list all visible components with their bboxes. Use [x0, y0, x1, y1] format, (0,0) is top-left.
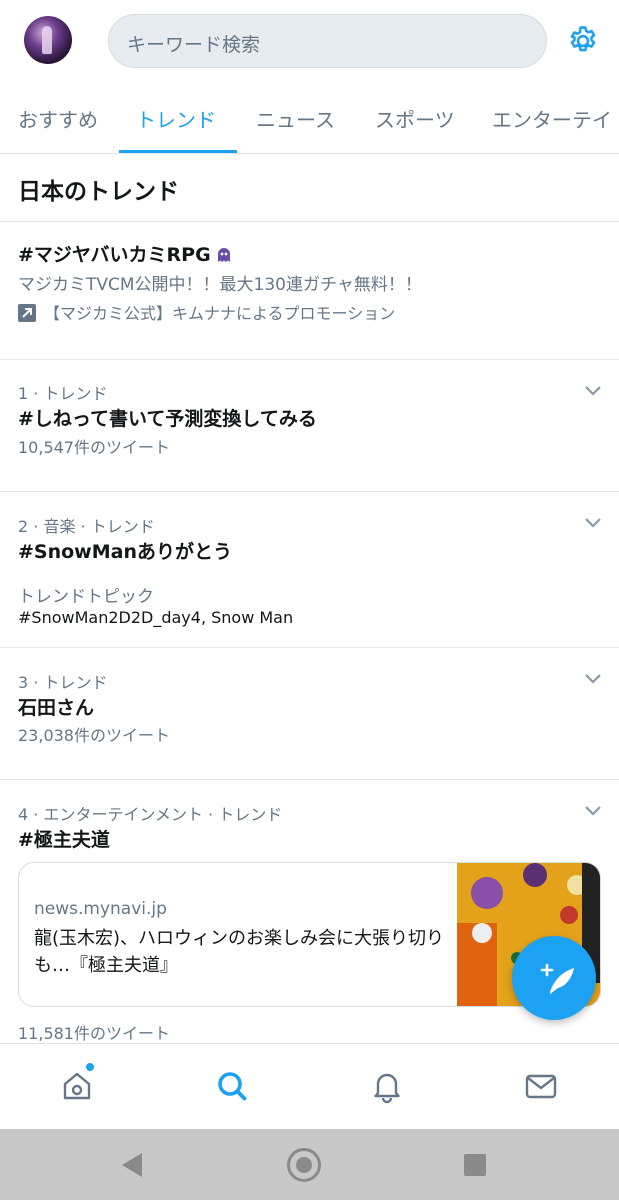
divider	[0, 491, 619, 492]
chevron-down-icon[interactable]	[583, 805, 603, 817]
home-icon[interactable]	[59, 1068, 95, 1104]
recents-icon[interactable]	[464, 1154, 486, 1176]
promotion-label: 【マジカミ公式】キムナナによるプロモーション	[18, 300, 395, 324]
tab-trends[interactable]: トレンド	[136, 104, 216, 133]
search-placeholder: キーワード検索	[127, 34, 261, 56]
trend-meta: 1 · トレンド	[18, 384, 108, 403]
trend-meta: 2 · 音楽 · トレンド	[18, 517, 155, 536]
trend-name: #極主夫道	[18, 829, 110, 851]
news-title: 龍(玉木宏)、ハロウィンのお楽しみ会に大張り切りも…『極主夫道』	[34, 928, 445, 976]
bell-icon[interactable]	[369, 1068, 405, 1104]
gear-icon[interactable]	[566, 24, 600, 58]
back-icon[interactable]	[120, 1151, 144, 1179]
tweet-count: 11,581件のツイート	[18, 1024, 170, 1043]
trend-topic-label: トレンドトピック	[18, 587, 154, 607]
tab-sports[interactable]: スポーツ	[375, 104, 455, 133]
news-domain: news.mynavi.jp	[34, 899, 167, 919]
divider	[0, 359, 619, 360]
trend-topic-list[interactable]: #SnowMan2D2D_day4, Snow Man	[18, 608, 293, 627]
tweet-count: 23,038件のツイート	[18, 726, 170, 745]
bottom-nav	[0, 1043, 619, 1129]
tab-bar: おすすめ トレンド ニュース スポーツ エンターテイ	[0, 82, 619, 154]
chevron-down-icon[interactable]	[583, 517, 603, 529]
tweet-count: 10,547件のツイート	[18, 438, 170, 457]
tab-recommended[interactable]: おすすめ	[18, 104, 98, 133]
trend-meta: 4 · エンターテインメント · トレンド	[18, 805, 283, 824]
mail-icon[interactable]	[523, 1068, 559, 1104]
trend-meta: 3 · トレンド	[18, 673, 108, 692]
tab-news[interactable]: ニュース	[256, 104, 335, 133]
search-icon[interactable]	[214, 1068, 250, 1104]
system-nav-bar	[0, 1129, 619, 1200]
trend-name: 石田さん	[18, 697, 95, 719]
compose-tweet-button[interactable]	[512, 936, 596, 1020]
section-title: 日本のトレンド	[18, 179, 179, 205]
promoted-description: マジカミTVCM公開中！！最大130連ガチャ無料！！	[18, 275, 422, 295]
divider	[0, 779, 619, 780]
divider	[0, 647, 619, 648]
chevron-down-icon[interactable]	[583, 673, 603, 685]
top-bar: キーワード検索	[0, 0, 619, 82]
home-circle-icon[interactable]	[287, 1148, 321, 1182]
divider	[0, 221, 619, 222]
active-tab-indicator	[119, 150, 237, 153]
tab-entertainment[interactable]: エンターテイ	[492, 104, 612, 133]
chevron-down-icon[interactable]	[583, 385, 603, 397]
notification-dot	[85, 1062, 95, 1072]
trend-name: #しねって書いて予測変換してみる	[18, 408, 317, 430]
ghost-emoji-icon	[217, 248, 230, 262]
avatar[interactable]	[24, 16, 72, 64]
promoted-trend-name: #マジヤバいカミRPG	[18, 240, 233, 267]
promoted-arrow-icon	[18, 304, 36, 322]
trend-name: #SnowManありがとう	[18, 541, 232, 563]
search-input[interactable]: キーワード検索	[108, 14, 547, 68]
feather-plus-icon	[540, 963, 574, 994]
